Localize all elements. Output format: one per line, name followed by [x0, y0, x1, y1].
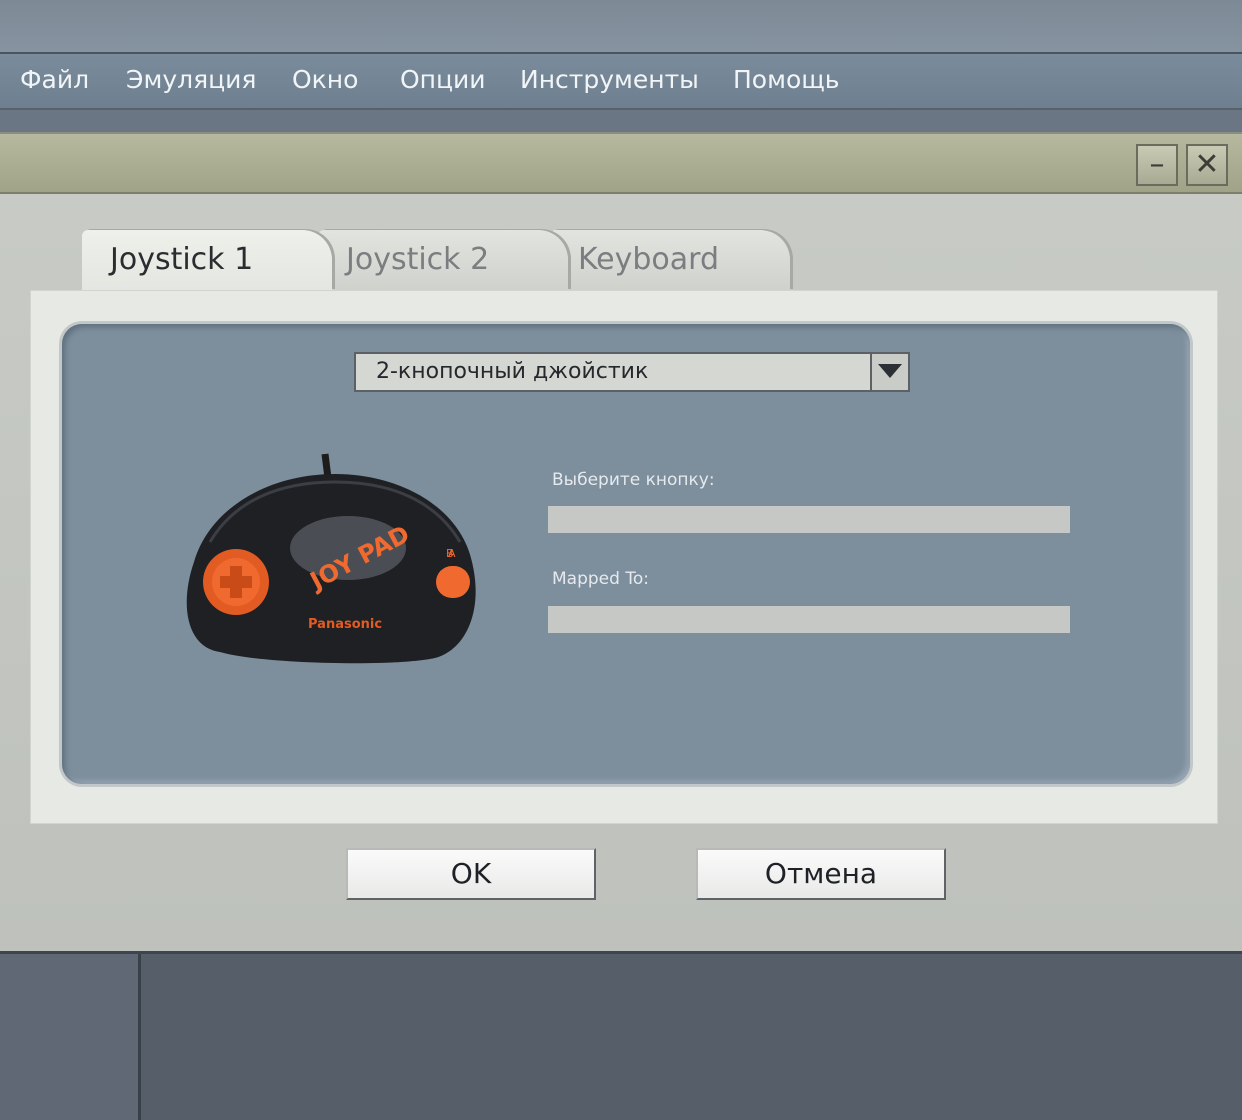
menu-help[interactable]: Помощь — [733, 54, 840, 108]
device-type-value: 2-кнопочный джойстик — [376, 359, 649, 384]
mapped-to-label: Mapped To: — [552, 569, 649, 589]
tab-keyboard[interactable]: Keyboard — [550, 230, 790, 290]
joypad-button-a-label: A — [448, 547, 456, 560]
tab-joystick-1[interactable]: Joystick 1 — [82, 230, 332, 290]
ok-button[interactable]: OK — [346, 848, 596, 900]
menu-bar: Файл Эмуляция Окно Опции Инструменты Пом… — [0, 54, 1242, 110]
workspace-side-pane — [0, 954, 141, 1120]
input-settings-dialog: – ✕ Keyboard Joystick 2 Joystick 1 2-кно… — [0, 132, 1242, 954]
joypad-image: JOY PAD B A Panasonic — [180, 452, 490, 671]
chevron-down-icon — [878, 364, 902, 378]
workspace-lower — [0, 954, 1242, 1120]
device-type-select[interactable]: 2-кнопочный джойстик — [354, 352, 910, 392]
minimize-icon: – — [1149, 147, 1165, 182]
dialog-titlebar[interactable]: – ✕ — [0, 134, 1242, 194]
tab-joystick-2[interactable]: Joystick 2 — [318, 230, 568, 290]
menu-options[interactable]: Опции — [400, 54, 486, 108]
menu-emulation[interactable]: Эмуляция — [126, 54, 256, 108]
mapped-to-field[interactable] — [548, 606, 1070, 633]
menu-window[interactable]: Окно — [292, 54, 358, 108]
menu-tools[interactable]: Инструменты — [520, 54, 699, 108]
tab-panel: 2-кнопочный джойстик JOY PAD B A Panason… — [30, 290, 1218, 824]
close-icon: ✕ — [1194, 147, 1220, 182]
app-top-strip — [0, 0, 1242, 54]
menu-file[interactable]: Файл — [20, 54, 89, 108]
select-button-field[interactable] — [548, 506, 1070, 533]
joypad-brand: Panasonic — [308, 617, 382, 632]
cancel-button[interactable]: Отмена — [696, 848, 946, 900]
select-button-label: Выберите кнопку: — [552, 470, 715, 490]
dropdown-arrow-button[interactable] — [870, 354, 908, 390]
joystick-config-area: 2-кнопочный джойстик JOY PAD B A Panason… — [62, 324, 1190, 784]
minimize-button[interactable]: – — [1136, 144, 1178, 186]
close-button[interactable]: ✕ — [1186, 144, 1228, 186]
